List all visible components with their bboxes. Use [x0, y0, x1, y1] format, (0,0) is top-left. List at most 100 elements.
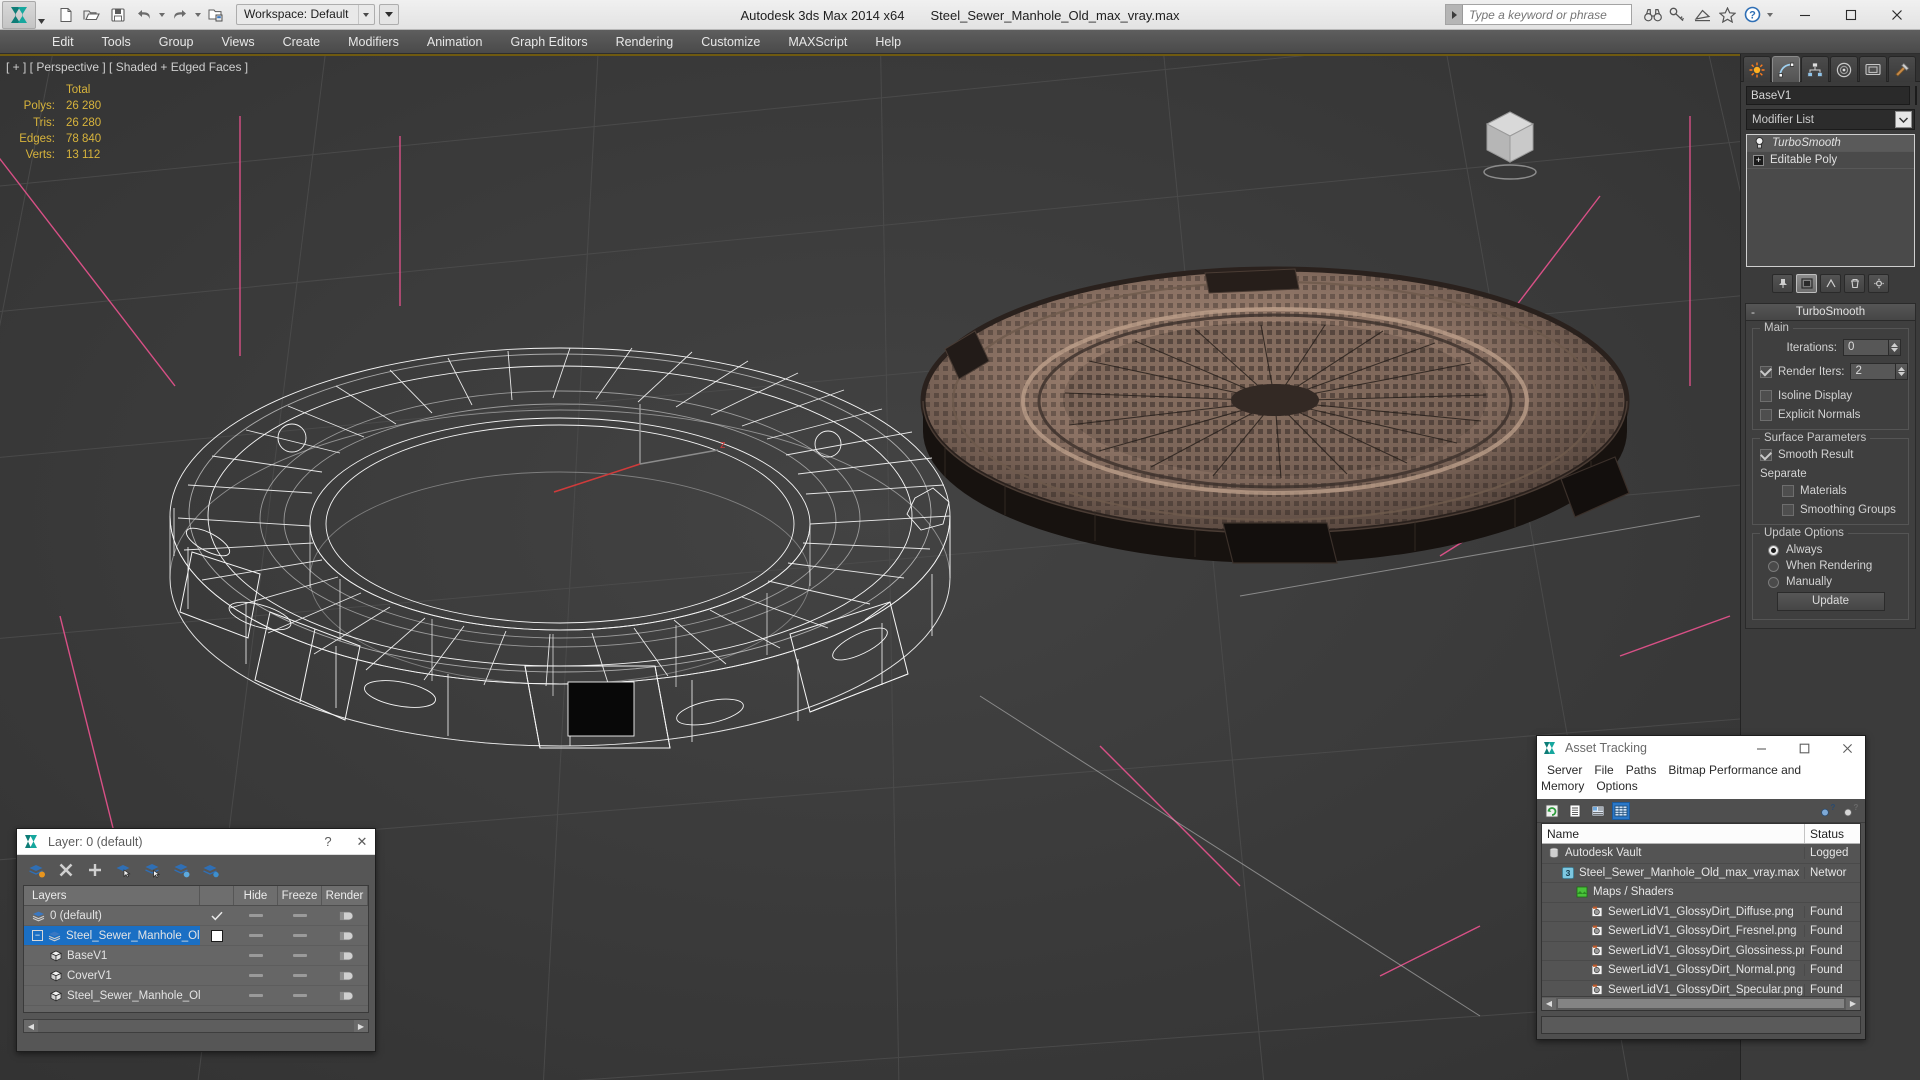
menu-tools[interactable]: Tools	[88, 30, 145, 54]
search-box[interactable]	[1445, 4, 1632, 25]
create-new-layer-icon[interactable]	[27, 860, 47, 880]
delete-layer-icon[interactable]	[56, 860, 76, 880]
hide-toggle[interactable]	[234, 914, 278, 917]
refresh-icon[interactable]	[1543, 802, 1561, 820]
menu-create[interactable]: Create	[269, 30, 335, 54]
smoothing-groups-row[interactable]: Smoothing Groups	[1782, 504, 1901, 516]
hide-toggle[interactable]	[234, 974, 278, 977]
expand-plus-icon[interactable]: +	[1753, 154, 1764, 166]
scrollbar-thumb[interactable]	[1557, 998, 1845, 1009]
menu-group[interactable]: Group	[145, 30, 208, 54]
layer-help-button[interactable]: ?	[315, 830, 341, 854]
layer-list[interactable]: Layers Hide Freeze Render 0 (default) − Steel…	[23, 885, 369, 1013]
radio-icon[interactable]	[1768, 544, 1779, 556]
asset-row[interactable]: SewerLidV1_GlossyDirt_Glossiness.png Foun…	[1542, 942, 1860, 961]
asset-name-cell[interactable]: SewerLidV1_GlossyDirt_Fresnel.png	[1542, 925, 1804, 937]
freeze-toggle[interactable]	[278, 934, 322, 937]
scroll-left-icon[interactable]: ◀	[1542, 997, 1556, 1010]
asset-row[interactable]: Maps / Shaders	[1542, 883, 1860, 903]
menu-customize[interactable]: Customize	[687, 30, 774, 54]
menu-maxscript[interactable]: MAXScript	[774, 30, 861, 54]
undo-icon[interactable]	[131, 2, 156, 27]
layer-name-cell[interactable]: 0 (default)	[24, 906, 200, 925]
app-menu-chevron-icon[interactable]	[36, 1, 47, 29]
turbosmooth-rollout-header[interactable]: - TurboSmooth	[1746, 304, 1915, 321]
hierarchy-tab[interactable]	[1801, 56, 1829, 82]
asset-table[interactable]: Name Status Autodesk Vault Logged 3 Steel_Se…	[1541, 823, 1861, 1011]
menu-graph-editors[interactable]: Graph Editors	[496, 30, 601, 54]
close-button[interactable]	[1829, 736, 1865, 760]
collapse-icon[interactable]: -	[1751, 305, 1755, 320]
configure-modifier-sets-button[interactable]	[1868, 273, 1889, 293]
object-name-field[interactable]	[1746, 86, 1910, 105]
undo-dropdown-icon[interactable]	[157, 2, 166, 27]
asset-menu-file[interactable]: File	[1588, 762, 1619, 778]
help-asset-icon[interactable]: ?	[1818, 802, 1836, 820]
layer-row[interactable]: CoverV1	[24, 966, 368, 986]
current-layer-check-icon[interactable]	[200, 911, 234, 921]
freeze-toggle[interactable]	[278, 974, 322, 977]
freeze-toggle[interactable]	[278, 954, 322, 957]
render-iters-checkbox[interactable]	[1760, 365, 1772, 378]
asset-row[interactable]: 3 Steel_Sewer_Manhole_Old_max_vray.max Net…	[1542, 864, 1860, 883]
update-button[interactable]: Update	[1776, 592, 1885, 611]
asset-name-cell[interactable]: 3 Steel_Sewer_Manhole_Old_max_vray.max	[1542, 867, 1804, 879]
satellite-icon[interactable]	[1690, 2, 1715, 27]
asset-row[interactable]: SewerLidV1_GlossyDirt_Normal.png Found	[1542, 961, 1860, 981]
asset-table-scrollbar[interactable]: ◀ ▶	[1542, 996, 1860, 1010]
freeze-toggle[interactable]	[278, 994, 322, 997]
materials-row[interactable]: Materials	[1782, 485, 1901, 497]
save-file-icon[interactable]	[105, 2, 130, 27]
isoline-display-checkbox[interactable]	[1760, 390, 1772, 402]
layer-name-cell[interactable]: BaseV1	[24, 946, 200, 965]
close-button[interactable]	[1874, 0, 1920, 30]
help-query-icon[interactable]: ?	[1841, 802, 1859, 820]
stack-item-turbosmooth[interactable]: TurboSmooth	[1747, 135, 1914, 152]
layer-row[interactable]: Steel_Sewer_Manhole_Old	[24, 986, 368, 1006]
asset-name-cell[interactable]: SewerLidV1_GlossyDirt_Specular.png	[1542, 984, 1804, 996]
workspace-dropdown-button[interactable]	[378, 4, 399, 25]
motion-tab[interactable]	[1830, 56, 1858, 82]
add-selection-to-layer-icon[interactable]	[85, 860, 105, 880]
set-current-layer-icon[interactable]	[143, 860, 163, 880]
asset-name-cell[interactable]: Autodesk Vault	[1542, 847, 1804, 859]
layer-name-cell[interactable]: CoverV1	[24, 966, 200, 985]
render-toggle[interactable]	[322, 950, 368, 962]
update-option-manually[interactable]: Manually	[1768, 576, 1901, 588]
layer-row[interactable]: 0 (default)	[24, 906, 368, 926]
layer-name-cell[interactable]: Steel_Sewer_Manhole_Old	[24, 986, 200, 1005]
iterations-spinner[interactable]: 0	[1843, 339, 1901, 356]
hide-toggle[interactable]	[234, 994, 278, 997]
update-option-always[interactable]: Always	[1768, 544, 1901, 556]
redo-icon[interactable]	[167, 2, 192, 27]
asset-tracking-dialog[interactable]: Asset Tracking Server File Paths Bitmap Per…	[1536, 735, 1866, 1040]
isoline-display-row[interactable]: Isoline Display	[1760, 390, 1901, 402]
chevron-down-icon[interactable]	[1895, 111, 1912, 128]
asset-menu-paths[interactable]: Paths	[1620, 762, 1663, 778]
new-file-icon[interactable]	[53, 2, 78, 27]
help-dropdown-icon[interactable]	[1765, 2, 1774, 27]
explicit-normals-checkbox[interactable]	[1760, 409, 1772, 421]
layer-list-scrollbar[interactable]: ◀ ▶	[23, 1019, 369, 1033]
menu-views[interactable]: Views	[207, 30, 268, 54]
iterations-value[interactable]: 0	[1843, 339, 1888, 356]
render-toggle[interactable]	[322, 970, 368, 982]
asset-name-cell[interactable]: SewerLidV1_GlossyDirt_Normal.png	[1542, 964, 1804, 976]
lightbulb-icon[interactable]	[1753, 137, 1766, 150]
modifier-stack[interactable]: TurboSmooth + Editable Poly	[1746, 134, 1915, 267]
spinner-arrows-icon[interactable]	[1895, 363, 1909, 380]
asset-col-status[interactable]: Status	[1804, 824, 1860, 843]
asset-name-cell[interactable]: Maps / Shaders	[1542, 886, 1804, 898]
render-toggle[interactable]	[322, 910, 368, 922]
scroll-right-icon[interactable]: ▶	[354, 1020, 368, 1032]
minimize-button[interactable]	[1782, 0, 1828, 30]
search-expand-icon[interactable]	[1446, 5, 1463, 24]
detail-view-icon[interactable]	[1589, 802, 1607, 820]
layer-properties-icon[interactable]	[201, 860, 221, 880]
smooth-result-row[interactable]: Smooth Result	[1760, 449, 1901, 461]
current-layer-checkbox[interactable]	[200, 929, 234, 942]
render-iters-value[interactable]: 2	[1850, 363, 1896, 380]
open-file-icon[interactable]	[79, 2, 104, 27]
asset-menu-options[interactable]: Options	[1590, 778, 1643, 794]
explicit-normals-row[interactable]: Explicit Normals	[1760, 409, 1901, 421]
